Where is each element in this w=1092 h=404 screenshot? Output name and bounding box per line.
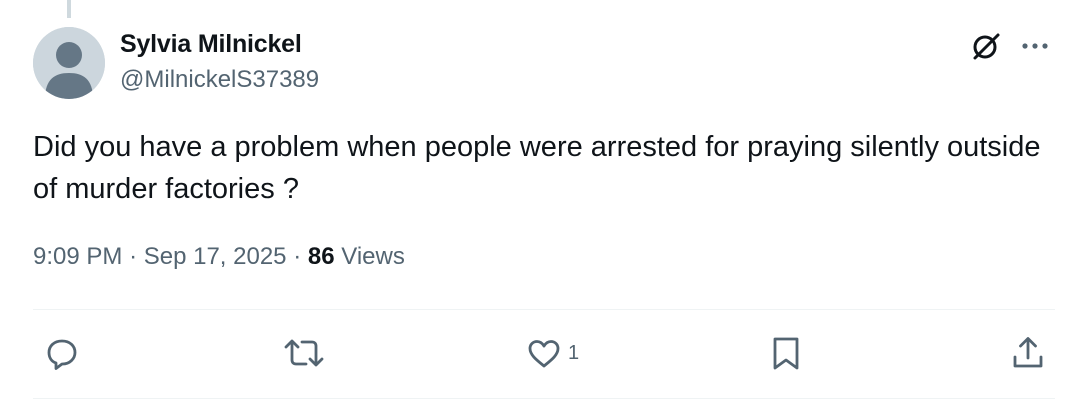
tweet-date[interactable]: Sep 17, 2025	[144, 243, 287, 270]
like-button[interactable]: 1	[524, 333, 579, 373]
author-handle[interactable]: @MilnickelS37389	[120, 66, 319, 94]
reply-button[interactable]	[42, 333, 82, 373]
tweet-time[interactable]: 9:09 PM	[33, 243, 122, 270]
author-display-name[interactable]: Sylvia Milnickel	[120, 30, 302, 59]
meta-separator: ·	[129, 243, 138, 270]
tweet-text: Did you have a problem when people were …	[33, 131, 1041, 205]
thread-connector-line	[67, 0, 71, 18]
retweet-icon	[284, 339, 324, 367]
views-count: 86	[307, 243, 335, 270]
bottom-divider	[33, 398, 1055, 399]
more-options-icon[interactable]	[1018, 30, 1052, 62]
default-avatar-icon	[33, 27, 105, 99]
tweet-meta: 9:09 PM · Sep 17, 2025 · 86 Views	[33, 243, 405, 271]
like-count: 1	[568, 341, 580, 364]
bookmark-icon	[773, 337, 799, 370]
avatar[interactable]	[33, 27, 105, 99]
share-button[interactable]	[1008, 333, 1048, 373]
bookmark-button[interactable]	[766, 333, 806, 373]
retweet-button[interactable]	[282, 333, 326, 373]
divider	[33, 309, 1055, 310]
views-label: Views	[341, 243, 405, 270]
meta-separator: ·	[293, 243, 302, 270]
share-icon	[1013, 337, 1043, 368]
reply-icon	[47, 339, 77, 370]
grok-icon[interactable]	[970, 30, 1002, 62]
like-icon	[528, 340, 560, 368]
